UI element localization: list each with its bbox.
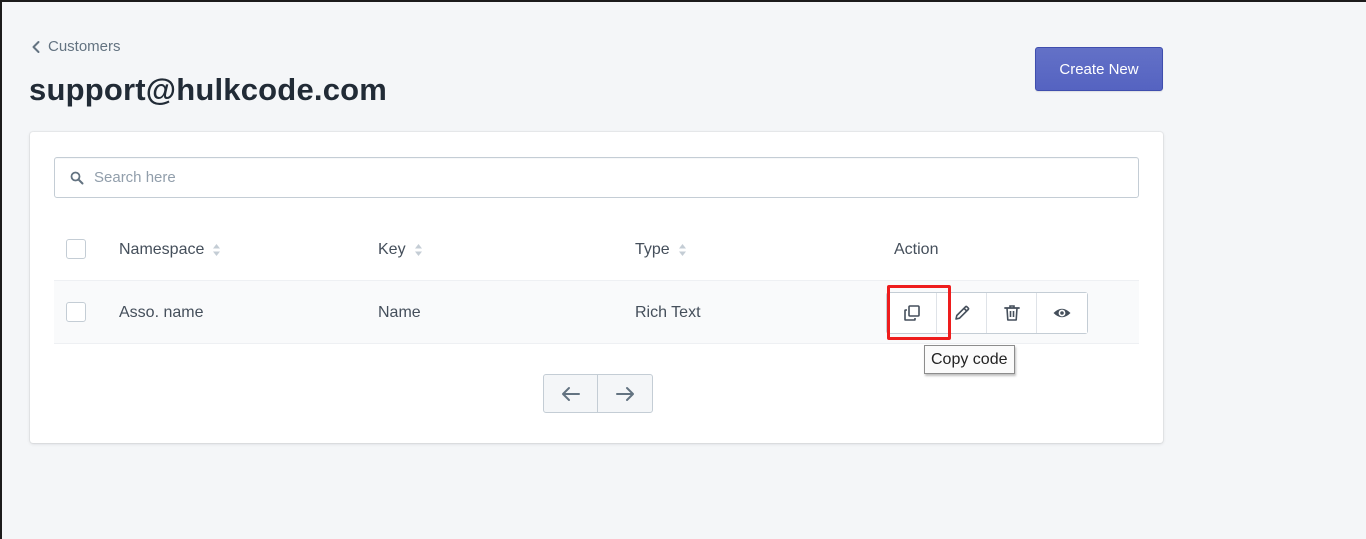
trash-icon: [1003, 305, 1020, 321]
copy-button-highlight: [887, 285, 951, 340]
column-header-action: Action: [894, 240, 938, 260]
cell-key: Name: [378, 304, 421, 321]
create-new-button[interactable]: Create New: [1035, 47, 1163, 91]
view-button[interactable]: [1037, 293, 1087, 333]
column-header-label: Key: [378, 241, 406, 258]
pagination: [543, 374, 653, 413]
previous-page-button[interactable]: [544, 375, 598, 412]
arrow-right-icon: [616, 386, 634, 401]
page-title: support@hulkcode.com: [29, 72, 388, 107]
pencil-icon: [954, 305, 969, 320]
column-header-namespace[interactable]: Namespace: [119, 240, 221, 260]
table-row: Asso. name Name Rich Text: [54, 280, 1139, 344]
row-checkbox[interactable]: [66, 302, 86, 322]
cell-namespace: Asso. name: [119, 304, 204, 321]
column-header-label: Type: [635, 241, 670, 258]
sort-icon[interactable]: [678, 243, 687, 257]
search-field[interactable]: [54, 157, 1139, 198]
column-header-key[interactable]: Key: [378, 240, 423, 260]
select-all-checkbox[interactable]: [66, 239, 86, 259]
sort-icon[interactable]: [212, 243, 221, 257]
cell-type: Rich Text: [635, 304, 701, 321]
search-input[interactable]: [94, 169, 1138, 186]
sort-icon[interactable]: [414, 243, 423, 257]
column-header-label: Action: [894, 241, 939, 258]
column-header-label: Namespace: [119, 241, 205, 258]
metafields-table: Namespace Key Type Action Asso. name Nam…: [54, 220, 1139, 344]
eye-icon: [1053, 308, 1071, 318]
copy-code-tooltip: Copy code: [924, 345, 1015, 374]
column-header-type[interactable]: Type: [635, 240, 687, 260]
breadcrumb-label: Customers: [48, 38, 121, 55]
table-header: Namespace Key Type Action: [54, 220, 1139, 280]
arrow-left-icon: [561, 386, 580, 401]
app-frame: Customers support@hulkcode.com Create Ne…: [0, 0, 1366, 539]
breadcrumb[interactable]: Customers: [30, 38, 121, 55]
chevron-left-icon: [32, 40, 40, 53]
delete-button[interactable]: [987, 293, 1037, 333]
next-page-button[interactable]: [598, 375, 652, 412]
search-icon: [70, 171, 84, 184]
